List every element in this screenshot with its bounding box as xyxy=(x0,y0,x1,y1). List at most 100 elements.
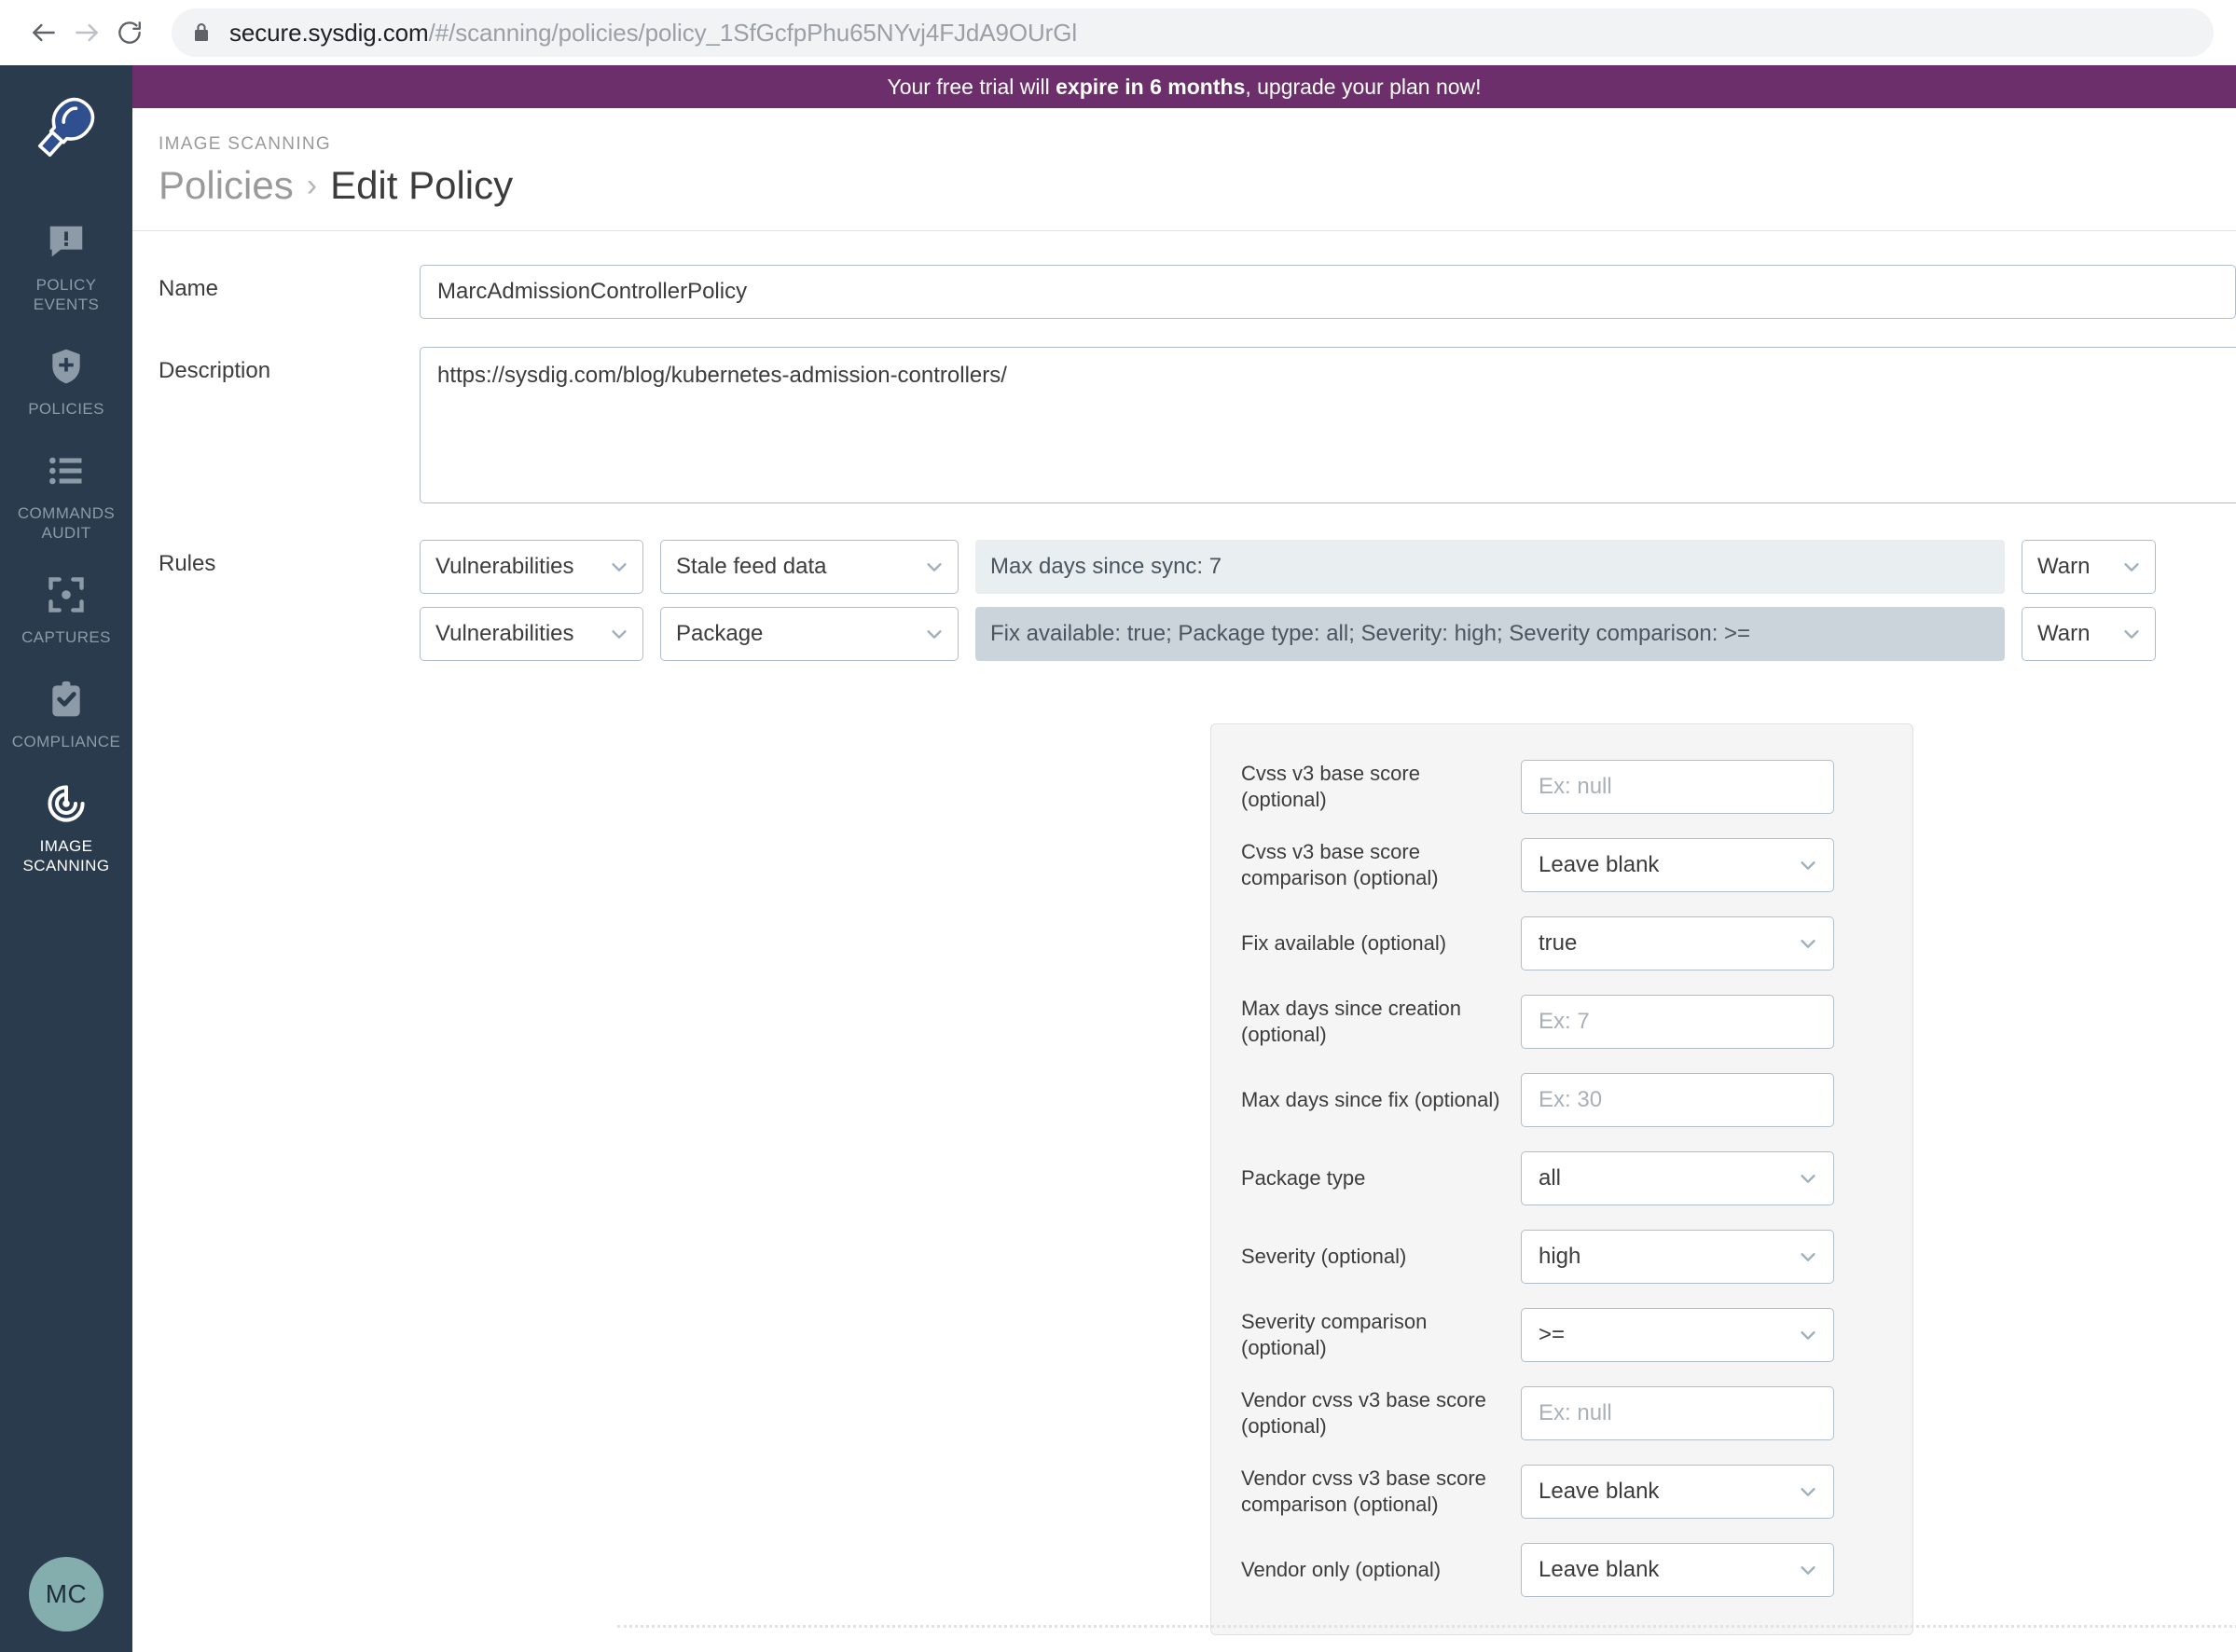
rules-label: Rules xyxy=(159,551,216,576)
chevron-down-icon xyxy=(924,557,945,577)
rule-action-select[interactable]: Warn xyxy=(2022,540,2156,594)
sidebar-item-label: IMAGE SCANNING xyxy=(22,837,110,874)
chevron-right-icon: › xyxy=(306,167,318,203)
sidebar-item-label: POLICIES xyxy=(28,400,104,418)
sidebar-item-commands-audit[interactable]: COMMANDS AUDIT xyxy=(0,432,132,556)
vendor-cvss-v3-base-score-comparison-select[interactable]: Leave blank xyxy=(1521,1465,1834,1519)
sidebar-item-captures[interactable]: CAPTURES xyxy=(0,556,132,660)
rule-type-select[interactable]: Vulnerabilities xyxy=(420,607,643,661)
rule-action-select[interactable]: Warn xyxy=(2022,607,2156,661)
rules-list: Vulnerabilities Stale feed data Max days… xyxy=(420,540,2156,661)
severity-select[interactable]: high xyxy=(1521,1230,1834,1284)
chevron-down-icon xyxy=(609,624,629,644)
rule-row: Vulnerabilities Stale feed data Max days… xyxy=(420,540,2156,594)
address-bar[interactable]: secure.sysdig.com/#/scanning/policies/po… xyxy=(172,8,2214,57)
arrow-right-icon[interactable] xyxy=(65,11,108,54)
description-row: Description https://sysdig.com/blog/kube… xyxy=(132,347,2236,508)
field-cvss-v3-base-score-comparison: Cvss v3 base score comparison (optional)… xyxy=(1241,838,1883,892)
description-textarea[interactable]: https://sysdig.com/blog/kubernetes-admis… xyxy=(420,347,2236,503)
field-control xyxy=(1521,760,1883,814)
field-label: Fix available (optional) xyxy=(1241,931,1447,955)
arrow-left-icon[interactable] xyxy=(22,11,65,54)
chevron-down-icon xyxy=(1798,933,1818,954)
field-label: Vendor only (optional) xyxy=(1241,1558,1442,1581)
policy-form: Name Description https://sysdig.com/blog… xyxy=(132,231,2236,661)
vendor-only-select[interactable]: Leave blank xyxy=(1521,1543,1834,1597)
field-control: Leave blank xyxy=(1521,1465,1883,1519)
field-control: Leave blank xyxy=(1521,838,1883,892)
chevron-down-icon xyxy=(1798,1246,1818,1267)
field-severity: Severity (optional) high xyxy=(1241,1230,1883,1284)
radar-scan-icon xyxy=(44,779,89,828)
field-control xyxy=(1521,1386,1883,1440)
package-type-select[interactable]: all xyxy=(1521,1151,1834,1205)
field-vendor-only: Vendor only (optional) Leave blank xyxy=(1241,1543,1883,1597)
sidebar-item-label: CAPTURES xyxy=(21,628,111,646)
vendor-cvss-v3-base-score-input[interactable] xyxy=(1521,1386,1834,1440)
selected-value: Leave blank xyxy=(1539,852,1660,877)
cvss-v3-base-score-comparison-select[interactable]: Leave blank xyxy=(1521,838,1834,892)
field-label: Max days since fix (optional) xyxy=(1241,1088,1500,1111)
cvss-v3-base-score-input[interactable] xyxy=(1521,760,1834,814)
rule-subtype-select[interactable]: Package xyxy=(660,607,959,661)
chevron-down-icon xyxy=(1798,1168,1818,1189)
field-label: Cvss v3 base score (optional) xyxy=(1241,762,1420,811)
avatar[interactable]: MC xyxy=(29,1557,104,1631)
selected-value: true xyxy=(1539,930,1578,956)
rule-params-panel: Cvss v3 base score (optional) Cvss v3 ba… xyxy=(1210,723,1913,1635)
sysdig-logo-icon[interactable] xyxy=(21,82,111,172)
fix-available-select[interactable]: true xyxy=(1521,916,1834,971)
trial-banner[interactable]: Your free trial will expire in 6 months,… xyxy=(132,65,2236,108)
field-label: Severity comparison (optional) xyxy=(1241,1310,1428,1359)
field-cvss-v3-base-score: Cvss v3 base score (optional) xyxy=(1241,760,1883,814)
chevron-down-icon xyxy=(2121,557,2142,577)
chevron-down-icon xyxy=(1798,1560,1818,1580)
description-label: Description xyxy=(159,358,271,383)
sidebar-item-policies[interactable]: POLICIES xyxy=(0,327,132,432)
field-control: >= xyxy=(1521,1308,1883,1362)
rule-subtype-select[interactable]: Stale feed data xyxy=(660,540,959,594)
field-max-days-since-creation: Max days since creation (optional) xyxy=(1241,995,1883,1049)
url-text: secure.sysdig.com/#/scanning/policies/po… xyxy=(229,19,1077,48)
reload-icon[interactable] xyxy=(108,11,151,54)
field-label: Severity (optional) xyxy=(1241,1245,1407,1268)
chevron-down-icon xyxy=(1798,1481,1818,1502)
browser-toolbar: secure.sysdig.com/#/scanning/policies/po… xyxy=(0,0,2236,65)
sidebar-item-label: COMMANDS AUDIT xyxy=(17,504,116,542)
field-vendor-cvss-v3-base-score: Vendor cvss v3 base score (optional) xyxy=(1241,1386,1883,1440)
sidebar-item-compliance[interactable]: COMPLIANCE xyxy=(0,660,132,764)
field-vendor-cvss-v3-base-score-comparison: Vendor cvss v3 base score comparison (op… xyxy=(1241,1465,1883,1519)
breadcrumb: Policies › Edit Policy xyxy=(159,163,2236,208)
url-path: /#/scanning/policies/policy_1SfGcfpPhu65… xyxy=(428,18,1078,47)
add-rule-divider xyxy=(617,1625,2236,1628)
trial-banner-text: Your free trial will expire in 6 months,… xyxy=(887,74,1482,99)
field-label: Vendor cvss v3 base score (optional) xyxy=(1241,1388,1486,1438)
chevron-down-icon xyxy=(1798,855,1818,875)
sidebar-item-image-scanning[interactable]: IMAGE SCANNING xyxy=(0,764,132,888)
max-days-since-fix-input[interactable] xyxy=(1521,1073,1834,1127)
sidebar-item-label: COMPLIANCE xyxy=(11,733,121,750)
rule-action-value: Warn xyxy=(2037,621,2091,646)
description-wrapper: https://sysdig.com/blog/kubernetes-admis… xyxy=(420,347,2236,508)
rule-summary[interactable]: Max days since sync: 7 xyxy=(975,540,2005,594)
rule-row: Vulnerabilities Package Fix available: t… xyxy=(420,607,2156,661)
max-days-since-creation-input[interactable] xyxy=(1521,995,1834,1049)
severity-comparison-select[interactable]: >= xyxy=(1521,1308,1834,1362)
rule-type-select[interactable]: Vulnerabilities xyxy=(420,540,643,594)
field-control: high xyxy=(1521,1230,1883,1284)
name-input[interactable] xyxy=(420,265,2236,319)
breadcrumb-policies-link[interactable]: Policies xyxy=(159,163,294,208)
field-control xyxy=(1521,1073,1883,1127)
field-package-type: Package type all xyxy=(1241,1151,1883,1205)
rule-summary[interactable]: Fix available: true; Package type: all; … xyxy=(975,607,2005,661)
sidebar-item-policy-events[interactable]: POLICY EVENTS xyxy=(0,203,132,327)
rule-action-value: Warn xyxy=(2037,554,2091,579)
rule-type-value: Vulnerabilities xyxy=(435,621,574,646)
field-max-days-since-fix: Max days since fix (optional) xyxy=(1241,1073,1883,1127)
chevron-down-icon xyxy=(609,557,629,577)
main-content: Your free trial will expire in 6 months,… xyxy=(132,65,2236,1652)
field-label: Max days since creation (optional) xyxy=(1241,997,1461,1046)
field-fix-available: Fix available (optional) true xyxy=(1241,916,1883,971)
selected-value: high xyxy=(1539,1244,1581,1269)
sidebar-item-label: POLICY EVENTS xyxy=(33,276,100,313)
